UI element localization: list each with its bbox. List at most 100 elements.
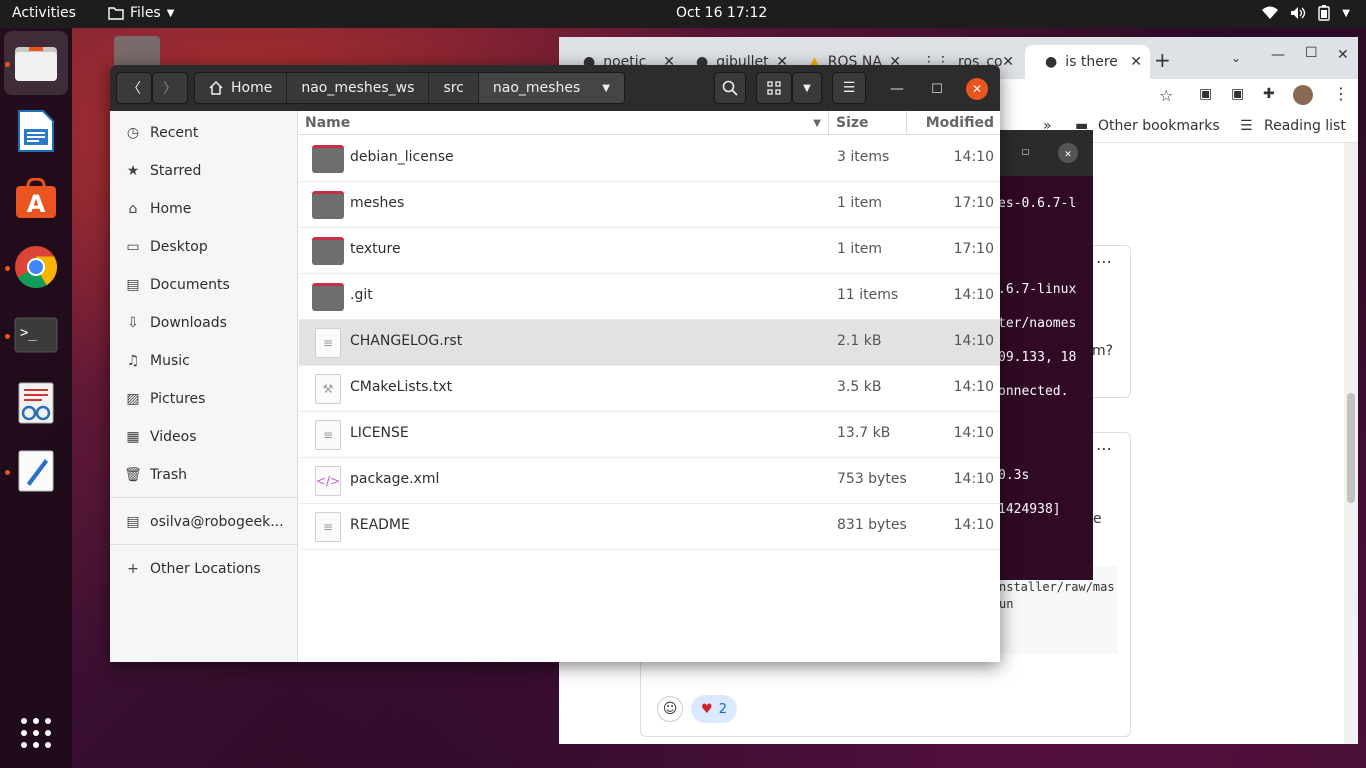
view-grid-button[interactable]: [756, 72, 792, 104]
sidebar-item-recent[interactable]: ◷ Recent: [124, 122, 199, 144]
terminal-window: ☐ ✕ es-0.6.7-l .6.7-linux ter/naomes 09.…: [990, 130, 1093, 580]
file-name: README: [350, 517, 410, 533]
maximize-button[interactable]: ☐: [926, 78, 948, 100]
desktop-home-icon[interactable]: [114, 36, 160, 66]
star-icon: ★: [126, 163, 140, 179]
maximize-icon[interactable]: ☐: [1305, 45, 1318, 61]
breadcrumb-label: nao_meshes_ws: [301, 80, 415, 96]
search-button[interactable]: [714, 72, 746, 104]
extension-icon[interactable]: ▣: [1199, 86, 1212, 102]
maximize-icon[interactable]: ☐: [1022, 144, 1029, 158]
browser-tab-active[interactable]: ● is there ✕: [1025, 45, 1150, 79]
minimize-button[interactable]: —: [886, 78, 908, 100]
home-icon: ⌂: [128, 201, 138, 217]
text-editor-launcher[interactable]: [4, 439, 68, 503]
breadcrumb-home[interactable]: Home: [195, 73, 288, 103]
table-row[interactable]: </> package.xml 753 bytes 14:10: [299, 458, 1000, 504]
files-launcher[interactable]: [4, 31, 68, 95]
chevron-down-icon: ▼: [166, 7, 175, 19]
sidebar-item-other-locations[interactable]: + Other Locations: [124, 558, 261, 580]
sidebar-item-music[interactable]: ♫ Music: [124, 350, 190, 372]
sidebar-item-home[interactable]: ⌂ Home: [124, 198, 192, 220]
breadcrumb-item[interactable]: nao_meshes_ws: [287, 73, 430, 103]
chrome-launcher[interactable]: [4, 235, 68, 299]
more-icon[interactable]: ⋯: [1096, 439, 1112, 458]
sidebar-item-downloads[interactable]: ⇩ Downloads: [124, 312, 227, 334]
reaction-add-button[interactable]: ☺: [657, 696, 683, 722]
column-header-modified[interactable]: Modified: [926, 111, 994, 135]
sidebar-item-desktop[interactable]: ▭ Desktop: [124, 236, 207, 258]
clock[interactable]: Oct 16 17:12: [676, 5, 767, 21]
scrollbar-thumb[interactable]: [1347, 393, 1355, 503]
sidebar-item-trash[interactable]: 🗑︎ Trash: [124, 464, 187, 486]
terminal-launcher[interactable]: >_: [4, 303, 68, 367]
sidebar-item-label: Starred: [150, 163, 202, 179]
back-button[interactable]: 〈: [116, 72, 152, 104]
maximize-icon: ☐: [931, 81, 943, 97]
table-row[interactable]: meshes 1 item 17:10: [299, 182, 1000, 228]
grid-view-icon: [767, 81, 781, 95]
sidebar-item-label: Trash: [150, 467, 187, 483]
close-icon[interactable]: ✕: [1002, 54, 1014, 70]
reader-launcher[interactable]: [4, 371, 68, 435]
pictures-icon: ▨: [126, 391, 140, 407]
terminal-header: ☐ ✕: [990, 130, 1093, 176]
close-icon: ✕: [971, 82, 983, 96]
sidebar-item-starred[interactable]: ★ Starred: [124, 160, 202, 182]
breadcrumb-item[interactable]: src: [429, 73, 479, 103]
column-header-size[interactable]: Size: [836, 111, 869, 135]
running-indicator: [5, 266, 10, 271]
app-menu[interactable]: Files ▼: [108, 5, 174, 21]
puzzle-icon[interactable]: ✚: [1263, 86, 1275, 102]
breadcrumb-current[interactable]: nao_meshes ▼: [478, 73, 624, 103]
table-row[interactable]: ≡ README 831 bytes 14:10: [299, 504, 1000, 550]
sidebar-item-documents[interactable]: ▤ Documents: [124, 274, 229, 296]
file-name: meshes: [350, 195, 405, 211]
table-row-selected[interactable]: ≡ CHANGELOG.rst 2.1 kB 14:10: [299, 320, 1000, 366]
browser-menu-icon[interactable]: ⋮: [1333, 84, 1349, 103]
avatar[interactable]: [1293, 85, 1313, 105]
reading-list[interactable]: Reading list: [1264, 118, 1346, 134]
other-bookmarks[interactable]: Other bookmarks: [1098, 118, 1220, 134]
text-file-icon: ≡: [315, 420, 341, 450]
close-icon[interactable]: ✕: [1058, 143, 1078, 163]
software-launcher[interactable]: A: [4, 167, 68, 231]
column-label: Size: [836, 115, 869, 131]
chevron-left-icon: 〈: [127, 81, 141, 97]
places-sidebar: ◷ Recent ★ Starred ⌂ Home ▭ Desktop ▤ Documen…: [110, 111, 298, 662]
system-tray[interactable]: ▼: [1262, 5, 1350, 21]
sidebar-item-videos[interactable]: ▦ Videos: [124, 426, 196, 448]
table-row[interactable]: ≡ LICENSE 13.7 kB 14:10: [299, 412, 1000, 458]
table-row[interactable]: texture 1 item 17:10: [299, 228, 1000, 274]
more-icon[interactable]: ⋯: [1096, 252, 1112, 271]
close-icon[interactable]: ✕: [1337, 47, 1349, 63]
sidebar-item-label: Pictures: [150, 391, 206, 407]
close-button[interactable]: ✕: [966, 78, 988, 100]
table-row[interactable]: debian_license 3 items 14:10: [299, 136, 1000, 182]
file-modified: 14:10: [953, 287, 994, 303]
extension-icon[interactable]: ▣: [1231, 86, 1244, 102]
show-apps-button[interactable]: [4, 701, 68, 765]
minimize-icon[interactable]: —: [1271, 47, 1285, 63]
forward-button[interactable]: 〉: [152, 72, 188, 104]
menu-button[interactable]: ☰: [832, 72, 866, 104]
terminal-line: ter/naomes: [998, 316, 1077, 331]
activities-button[interactable]: Activities: [12, 5, 76, 21]
column-header-name[interactable]: Name ▼: [305, 111, 829, 135]
table-row[interactable]: .git 11 items 14:10: [299, 274, 1000, 320]
view-options-button[interactable]: ▼: [792, 72, 822, 104]
folder-icon: [312, 283, 344, 311]
bookmark-star-icon[interactable]: ☆: [1159, 86, 1173, 105]
terminal-line: 0.3s: [998, 468, 1030, 483]
scrollbar[interactable]: [1344, 143, 1358, 744]
table-row[interactable]: ⚒ CMakeLists.txt 3.5 kB 14:10: [299, 366, 1000, 412]
reaction-heart[interactable]: ♥ 2: [691, 695, 737, 723]
tab-search-icon[interactable]: ⌄: [1231, 51, 1241, 65]
writer-launcher[interactable]: [4, 99, 68, 163]
sidebar-item-label: Other Locations: [150, 561, 261, 577]
close-icon[interactable]: ✕: [1130, 54, 1142, 70]
sidebar-item-network-drive[interactable]: ▤ osilva@robogeek...: [124, 511, 283, 533]
sidebar-item-pictures[interactable]: ▨ Pictures: [124, 388, 205, 410]
svg-text:A: A: [27, 190, 46, 218]
new-tab-icon[interactable]: +: [1154, 48, 1171, 72]
